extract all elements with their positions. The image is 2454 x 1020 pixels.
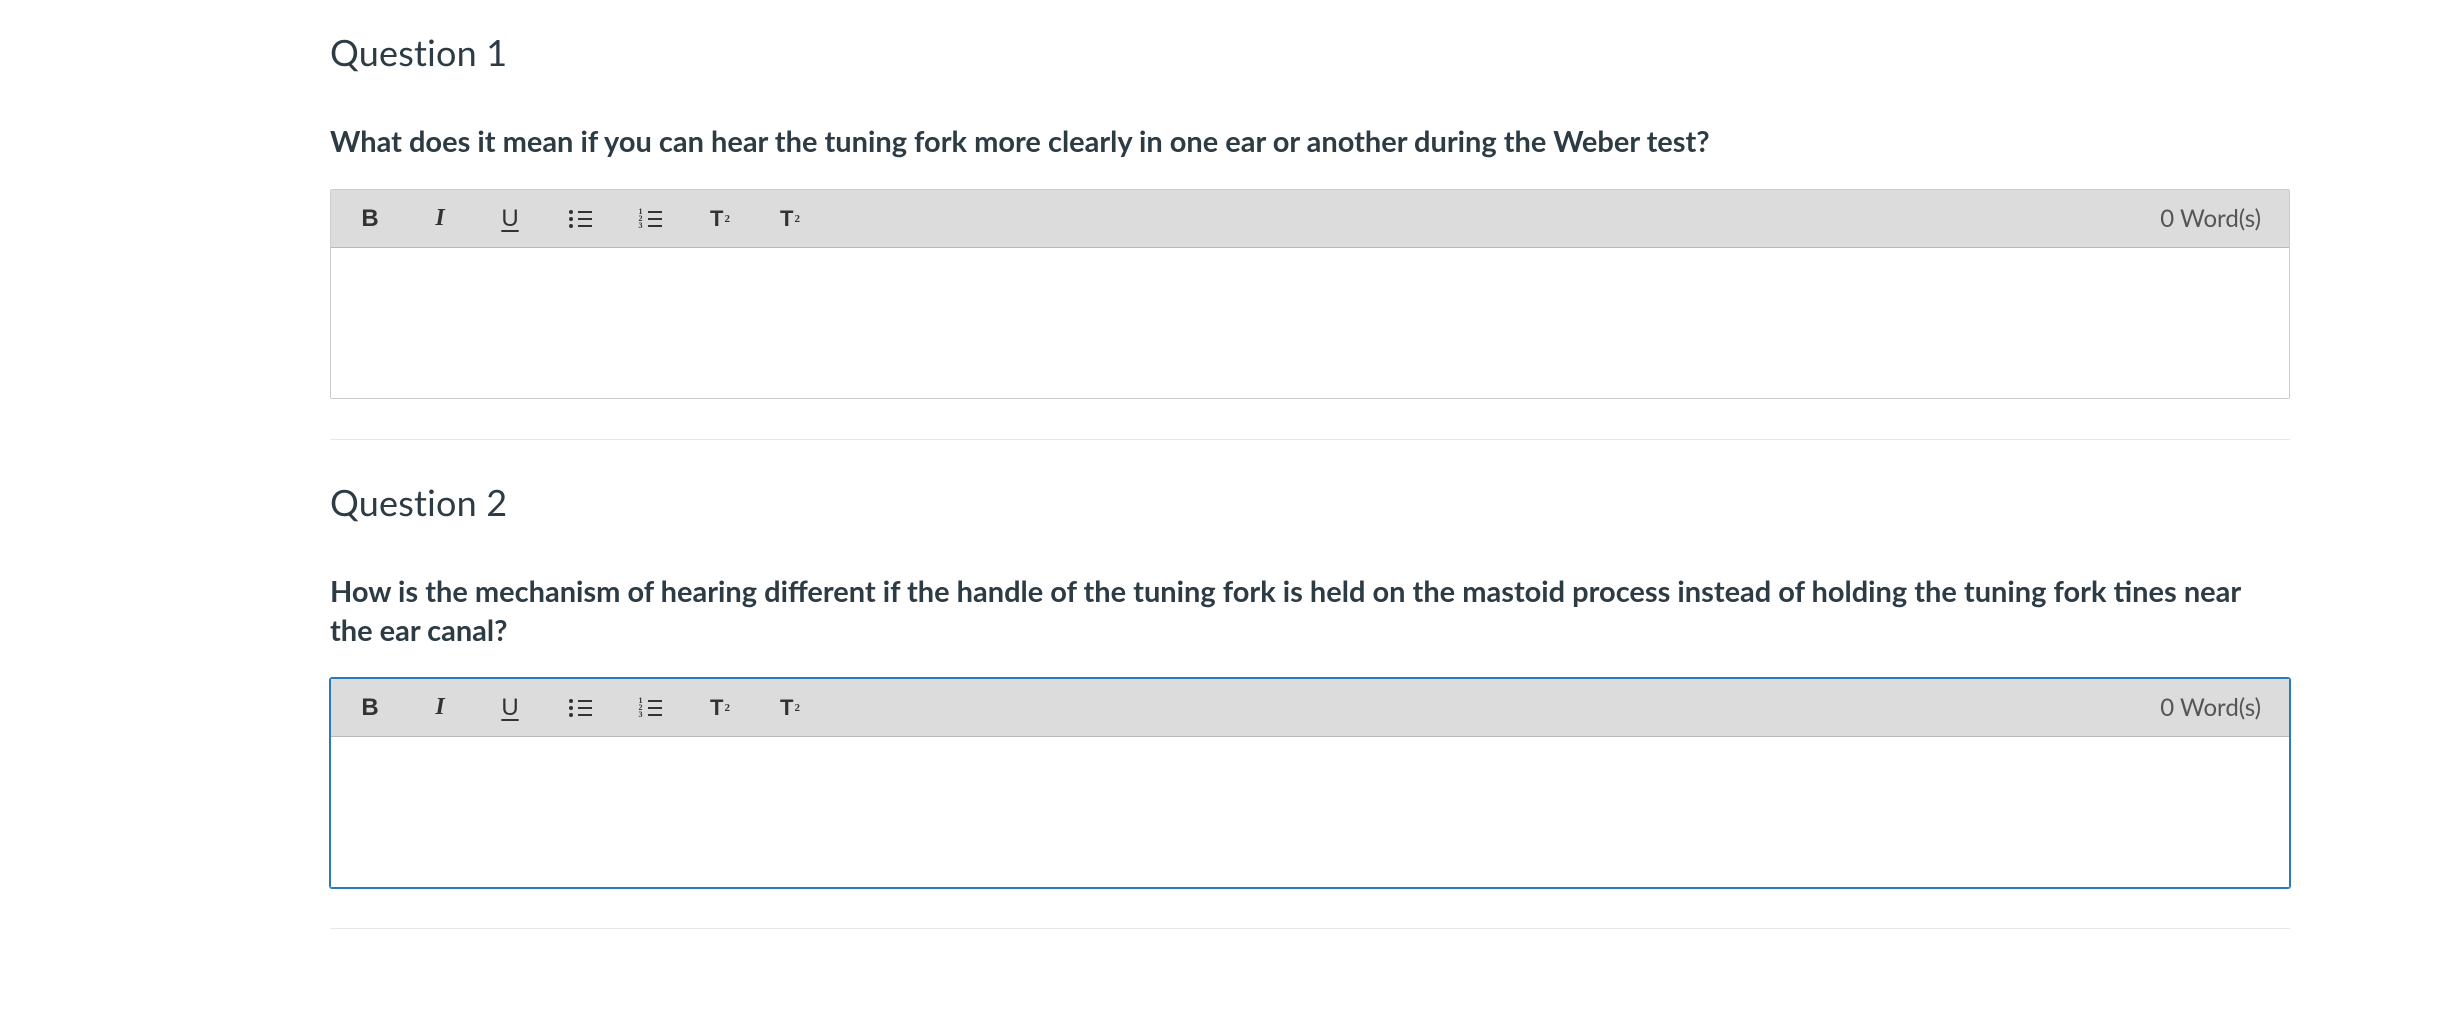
rich-text-editor: B I U 1 2 3: [330, 189, 2290, 399]
word-count: 0 Word(s): [2160, 204, 2279, 233]
question-prompt: What does it mean if you can hear the tu…: [330, 122, 2290, 161]
bold-button[interactable]: B: [335, 679, 405, 737]
subscript-button[interactable]: T2: [755, 190, 825, 248]
numbered-list-button[interactable]: 1 2 3: [615, 679, 685, 737]
italic-button[interactable]: I: [405, 190, 475, 248]
bullet-list-button[interactable]: [545, 679, 615, 737]
question-prompt: How is the mechanism of hearing differen…: [330, 572, 2290, 650]
question-title: Question 1: [330, 30, 2290, 74]
superscript-button[interactable]: T2: [685, 190, 755, 248]
question-2: Question 2 How is the mechanism of heari…: [330, 480, 2290, 929]
bullet-list-button[interactable]: [545, 190, 615, 248]
underline-button[interactable]: U: [475, 679, 545, 737]
numbered-list-icon: 1 2 3: [639, 207, 662, 231]
bullet-list-icon: [569, 207, 592, 231]
rich-text-editor: B I U 1 2 3: [330, 678, 2290, 888]
answer-textarea[interactable]: [331, 248, 2289, 398]
numbered-list-icon: 1 2 3: [639, 696, 662, 720]
superscript-button[interactable]: T2: [685, 679, 755, 737]
editor-toolbar: B I U 1 2 3: [331, 190, 2289, 248]
answer-textarea[interactable]: [331, 737, 2289, 887]
bullet-list-icon: [569, 696, 592, 720]
word-count: 0 Word(s): [2160, 693, 2279, 722]
bold-button[interactable]: B: [335, 190, 405, 248]
editor-toolbar: B I U 1 2 3: [331, 679, 2289, 737]
subscript-button[interactable]: T2: [755, 679, 825, 737]
numbered-list-button[interactable]: 1 2 3: [615, 190, 685, 248]
italic-button[interactable]: I: [405, 679, 475, 737]
question-title: Question 2: [330, 480, 2290, 524]
question-1: Question 1 What does it mean if you can …: [330, 30, 2290, 440]
underline-button[interactable]: U: [475, 190, 545, 248]
